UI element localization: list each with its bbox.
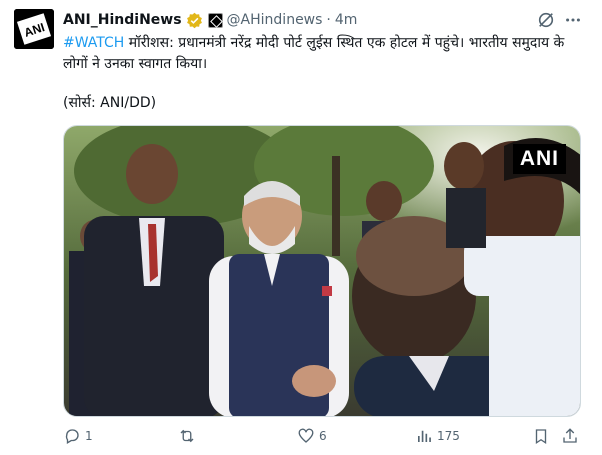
views-count: 175 (437, 429, 460, 443)
avatar[interactable]: ANI (14, 9, 54, 49)
grok-icon[interactable] (537, 11, 555, 29)
tweet-actions: 1 6 175 (63, 427, 583, 449)
tweet-text: #WATCH मॉरीशस: प्रधानमंत्री नरेंद्र मोदी… (63, 33, 583, 75)
tweet-media-video[interactable]: ANI (63, 125, 581, 417)
user-handle[interactable]: @AHindinews (227, 12, 323, 28)
repost-button[interactable] (178, 427, 200, 445)
affiliate-badge-icon (207, 12, 223, 28)
separator-dot: · (326, 12, 331, 28)
reply-count: 1 (85, 429, 93, 443)
like-icon (298, 428, 314, 443)
like-count: 6 (319, 429, 327, 443)
bookmark-icon (535, 429, 547, 445)
more-icon[interactable] (563, 10, 583, 30)
repost-icon (180, 429, 194, 443)
hashtag-link[interactable]: #WATCH (63, 35, 124, 51)
tweet-source: (सोर्स: ANI/DD) (63, 95, 157, 111)
reply-button[interactable]: 1 (63, 427, 93, 445)
video-frame-image (64, 126, 580, 416)
like-button[interactable]: 6 (297, 427, 327, 445)
verified-badge-icon (186, 12, 202, 28)
display-name[interactable]: ANI_HindiNews (63, 12, 182, 28)
views-button[interactable]: 175 (415, 427, 460, 445)
ani-watermark: ANI (512, 144, 566, 174)
timestamp[interactable]: 4m (335, 12, 358, 28)
views-icon (418, 430, 431, 442)
tweet-header: ANI_HindiNews @AHindinews · 4m (63, 10, 357, 30)
bookmark-button[interactable] (532, 427, 550, 445)
tweet-body: मॉरीशस: प्रधानमंत्री नरेंद्र मोदी पोर्ट … (63, 35, 565, 72)
share-button[interactable] (561, 427, 579, 445)
reply-icon (65, 429, 79, 444)
share-icon (563, 428, 577, 443)
ani-logo-icon: ANI (14, 9, 54, 49)
